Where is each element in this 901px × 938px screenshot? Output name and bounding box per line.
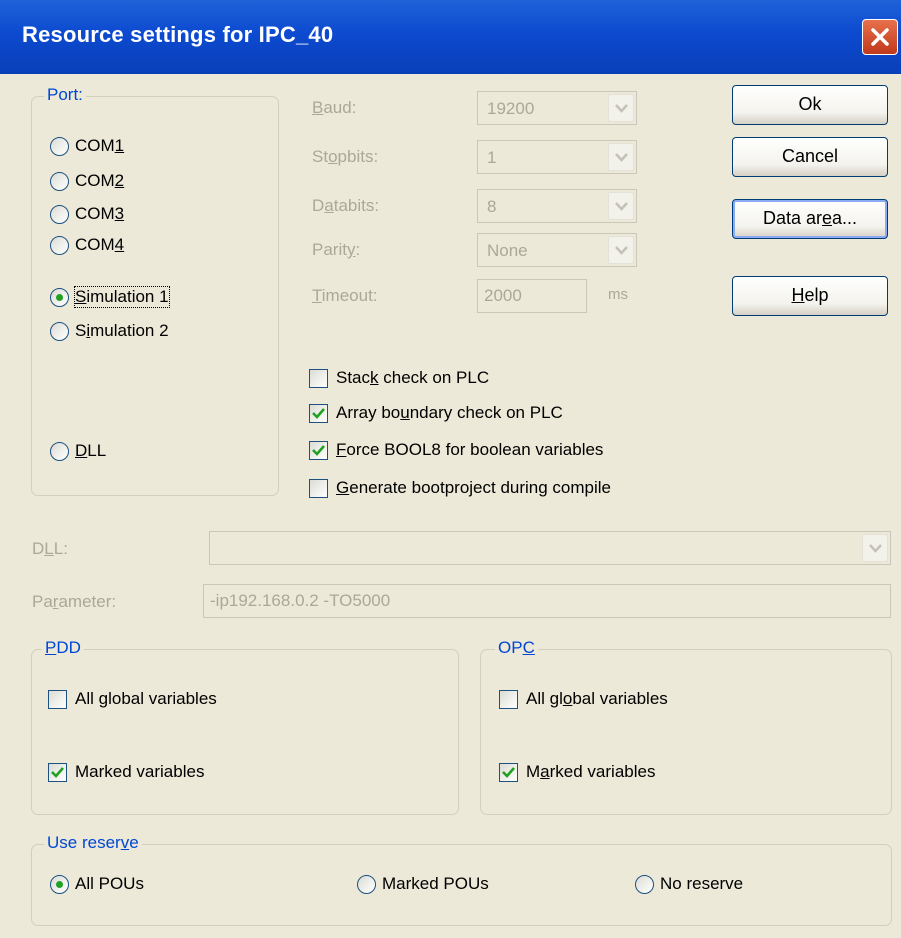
port-legend: Port: — [44, 85, 86, 105]
timeout-value: 2000 — [484, 286, 522, 305]
chevron-down-icon[interactable] — [608, 94, 634, 122]
dll-select[interactable] — [209, 531, 891, 565]
title-bar[interactable]: Resource settings for IPC_40 — [0, 0, 901, 74]
window-title: Resource settings for IPC_40 — [22, 22, 334, 47]
parity-label: Parity: — [312, 240, 361, 259]
baud-label: Baud: — [312, 98, 357, 117]
radio-com3-label[interactable]: COM3 — [75, 204, 124, 224]
opc-marked-checkbox[interactable] — [499, 763, 518, 782]
pdd-all-global-label[interactable]: All global variables — [75, 689, 217, 709]
parameter-value: -ip192.168.0.2 -TO5000 — [210, 591, 391, 610]
databits-label: Databits: — [312, 196, 380, 215]
timeout-label: Timeout: — [312, 286, 378, 305]
radio-com3[interactable] — [50, 205, 69, 224]
chevron-down-icon[interactable] — [608, 236, 634, 264]
pdd-marked-label[interactable]: Marked variables — [75, 762, 204, 782]
parameter-input[interactable]: -ip192.168.0.2 -TO5000 — [203, 584, 891, 618]
radio-simulation-2-label[interactable]: Simulation 2 — [75, 321, 169, 341]
radio-com4-label[interactable]: COM4 — [75, 235, 124, 255]
force-bool8-checkbox[interactable] — [309, 441, 328, 460]
stopbits-label: Stopbits: — [312, 147, 379, 166]
ok-button[interactable]: Ok — [732, 85, 888, 125]
radio-all-pous-label[interactable]: All POUs — [75, 874, 144, 894]
parity-value: None — [487, 241, 528, 260]
generate-bootproject-checkbox[interactable] — [309, 479, 328, 498]
array-boundary-checkbox[interactable] — [309, 404, 328, 423]
radio-marked-pous[interactable] — [357, 875, 376, 894]
generate-bootproject-label[interactable]: Generate bootproject during compile — [336, 478, 611, 498]
radio-dll-label[interactable]: DLL — [75, 441, 106, 461]
data-area-button[interactable]: Data area... — [732, 199, 888, 239]
radio-com1[interactable] — [50, 137, 69, 156]
parity-select[interactable]: None — [477, 233, 637, 267]
radio-dll[interactable] — [50, 442, 69, 461]
pdd-legend: PDD — [42, 638, 84, 658]
chevron-down-icon[interactable] — [608, 143, 634, 171]
cancel-button[interactable]: Cancel — [732, 137, 888, 177]
pdd-group: PDD — [31, 638, 459, 815]
dialog-body: Port: COM1 COM2 COM3 COM4 Simulation 1 S… — [0, 74, 901, 938]
stack-check-label[interactable]: Stack check on PLC — [336, 368, 489, 388]
close-button[interactable] — [862, 19, 898, 55]
parameter-label: Parameter: — [32, 592, 117, 611]
array-boundary-label[interactable]: Array boundary check on PLC — [336, 403, 563, 423]
stopbits-select[interactable]: 1 — [477, 140, 637, 174]
radio-simulation-2[interactable] — [50, 322, 69, 341]
pdd-marked-checkbox[interactable] — [48, 763, 67, 782]
timeout-input[interactable]: 2000 — [477, 279, 587, 313]
timeout-unit: ms — [608, 286, 628, 303]
radio-com2-label[interactable]: COM2 — [75, 171, 124, 191]
opc-legend: OPC — [495, 638, 538, 658]
force-bool8-label[interactable]: Force BOOL8 for boolean variables — [336, 440, 603, 460]
radio-com1-label[interactable]: COM1 — [75, 136, 124, 156]
stack-check-checkbox[interactable] — [309, 369, 328, 388]
radio-marked-pous-label[interactable]: Marked POUs — [382, 874, 489, 894]
radio-simulation-1-label[interactable]: Simulation 1 — [74, 286, 170, 308]
reserve-legend: Use reserve — [44, 833, 142, 853]
radio-simulation-1[interactable] — [50, 288, 69, 307]
opc-group: OPC — [480, 638, 892, 815]
dll-label: DLL: — [32, 539, 68, 558]
chevron-down-icon[interactable] — [862, 534, 888, 562]
chevron-down-icon[interactable] — [608, 192, 634, 220]
baud-select[interactable]: 19200 — [477, 91, 637, 125]
databits-select[interactable]: 8 — [477, 189, 637, 223]
radio-com4[interactable] — [50, 236, 69, 255]
databits-value: 8 — [487, 197, 497, 216]
baud-value: 19200 — [487, 99, 535, 118]
radio-no-reserve-label[interactable]: No reserve — [660, 874, 743, 894]
opc-all-global-checkbox[interactable] — [499, 690, 518, 709]
opc-marked-label[interactable]: Marked variables — [526, 762, 655, 782]
radio-all-pous[interactable] — [50, 875, 69, 894]
radio-no-reserve[interactable] — [635, 875, 654, 894]
close-x-icon — [871, 28, 889, 46]
pdd-all-global-checkbox[interactable] — [48, 690, 67, 709]
stopbits-value: 1 — [487, 148, 497, 167]
radio-com2[interactable] — [50, 172, 69, 191]
help-button[interactable]: Help — [732, 276, 888, 316]
opc-all-global-label[interactable]: All global variables — [526, 689, 668, 709]
